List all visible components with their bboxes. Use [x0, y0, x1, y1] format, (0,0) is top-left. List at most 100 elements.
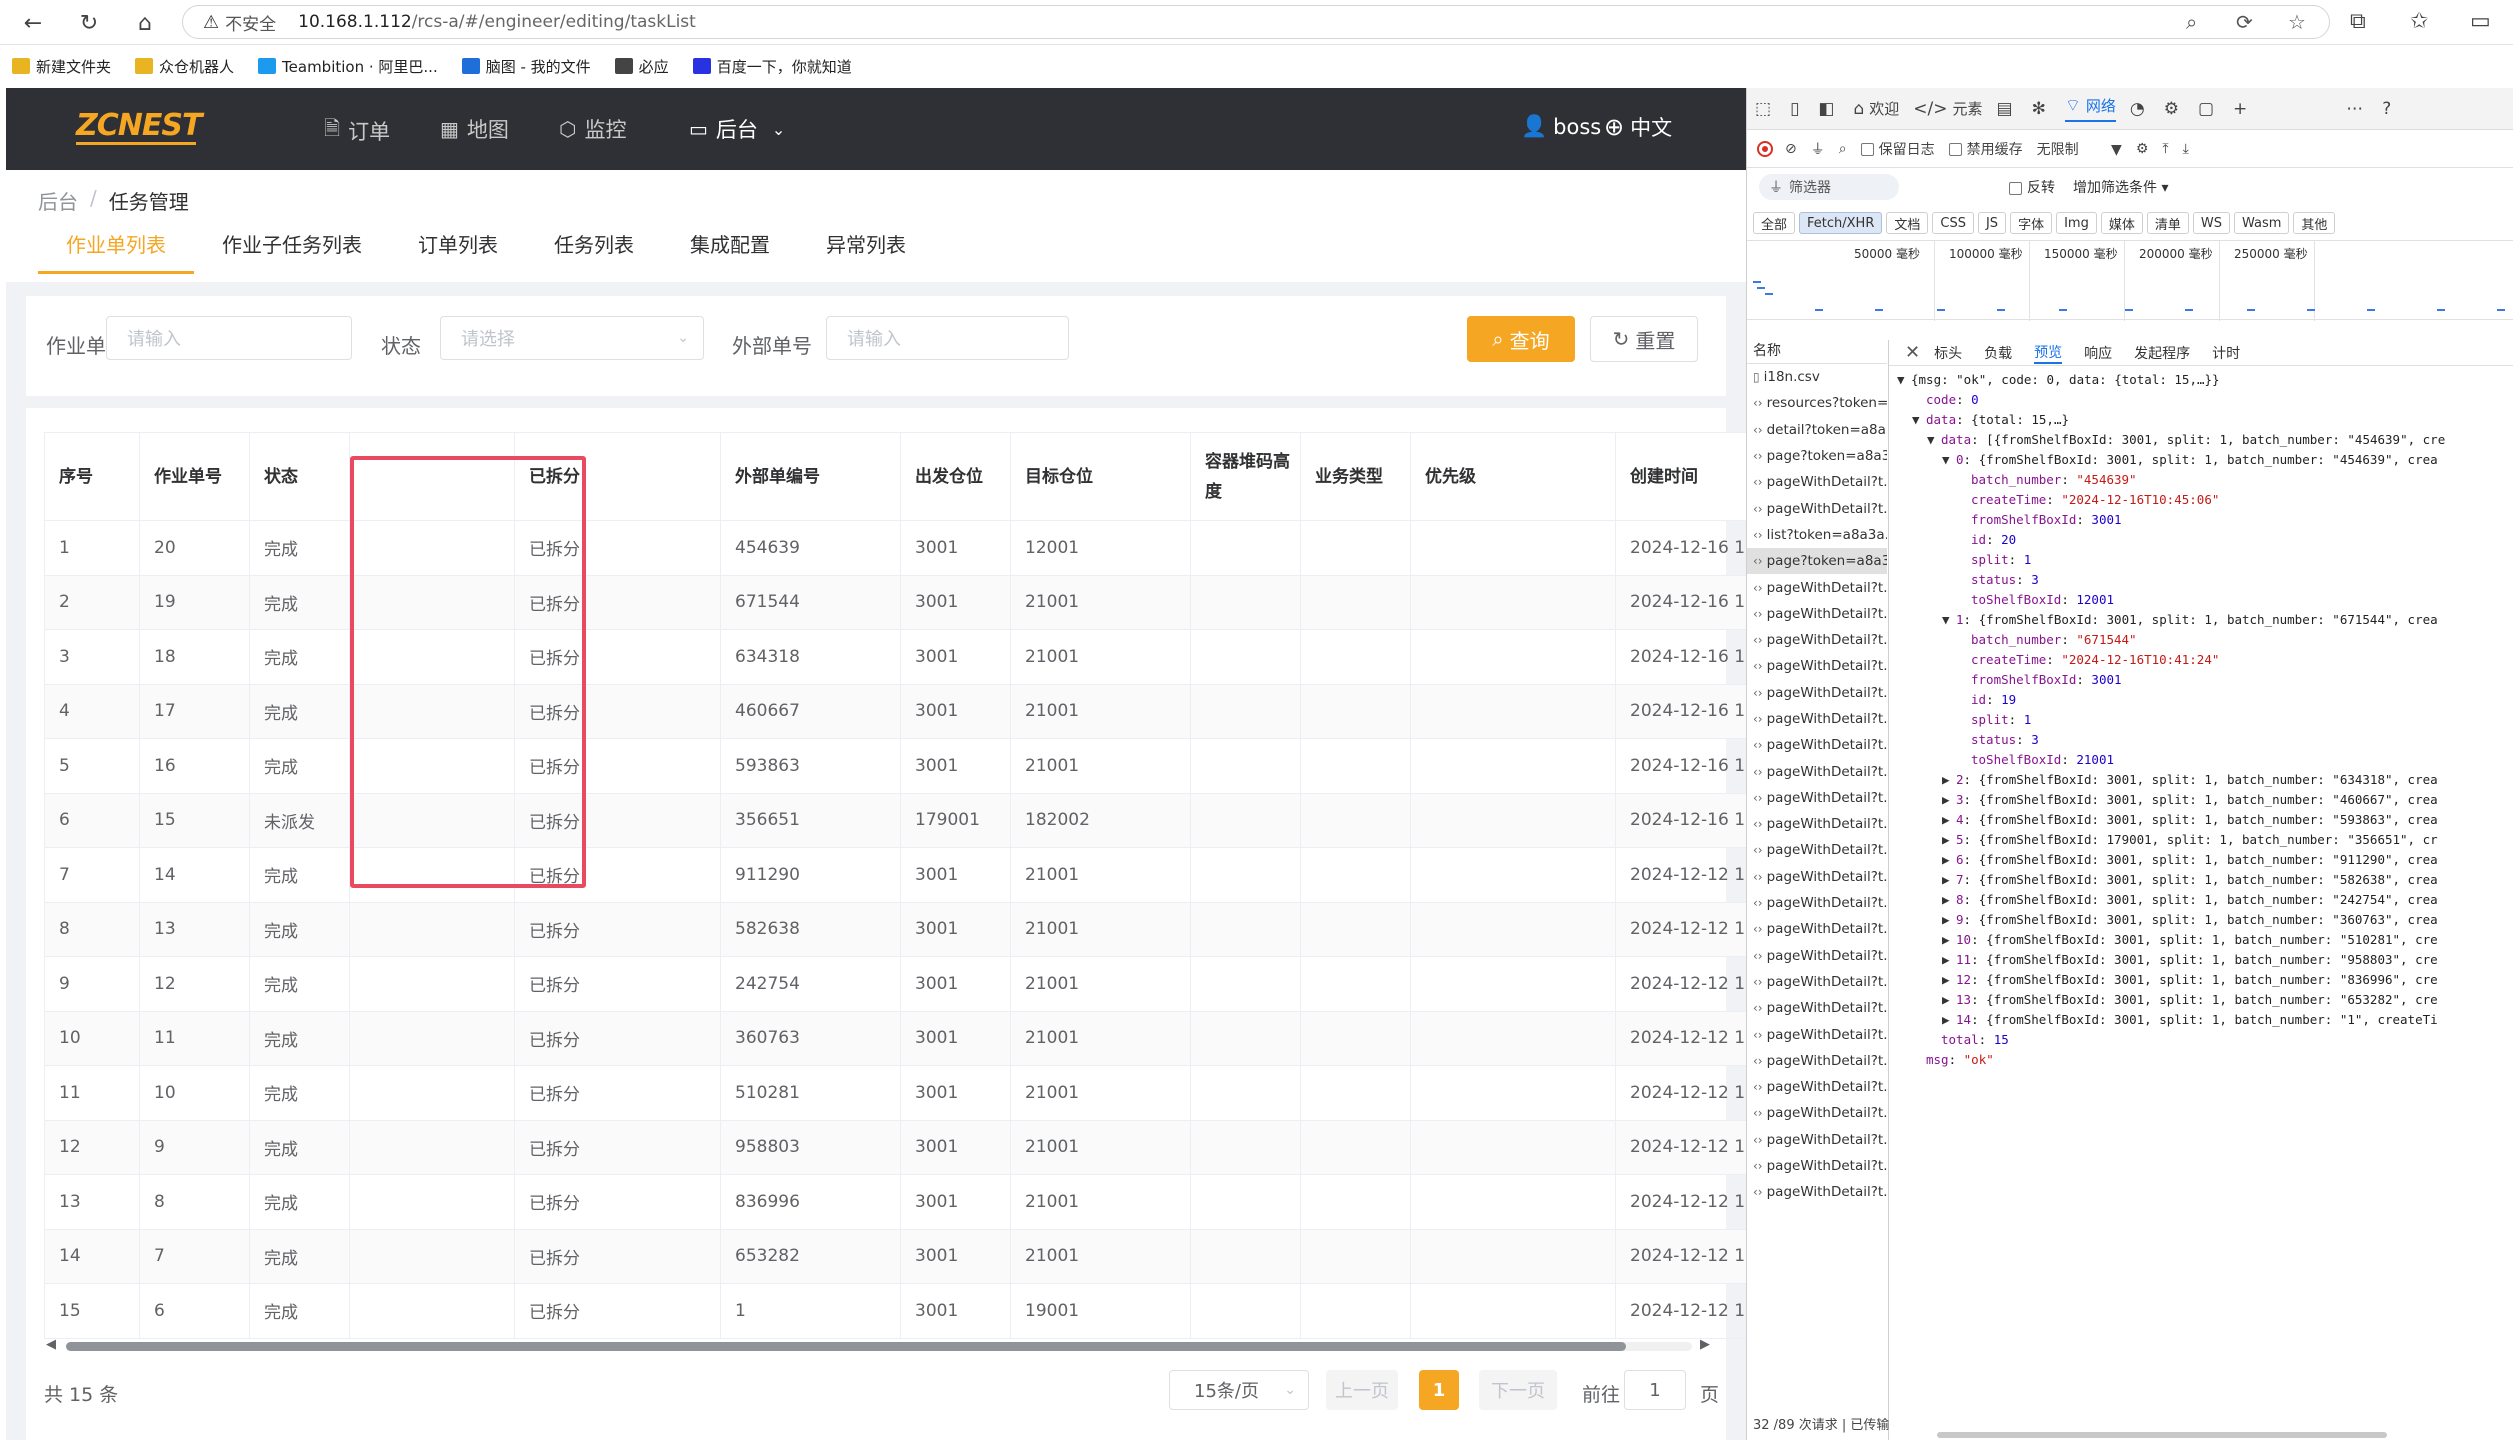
- json-line[interactable]: ▶ 5: {fromShelfBoxId: 179001, split: 1, b…: [1897, 830, 2513, 850]
- filter-type-button[interactable]: 媒体: [2100, 212, 2143, 234]
- filter-input[interactable]: ⏚ 筛选器: [1759, 174, 1899, 200]
- close-icon[interactable]: ✕: [1905, 342, 1920, 363]
- json-line[interactable]: ▶ 2: {fromShelfBoxId: 3001, split: 1, bat…: [1897, 770, 2513, 790]
- json-line[interactable]: ▶ 8: {fromShelfBoxId: 3001, split: 1, bat…: [1897, 890, 2513, 910]
- filter-type-button[interactable]: 清单: [2146, 212, 2189, 234]
- bookmark-item[interactable]: Teambition · 阿里巴...: [258, 56, 438, 77]
- filter-type-button[interactable]: JS: [1977, 212, 2007, 234]
- json-line[interactable]: ▼ 1: {fromShelfBoxId: 3001, split: 1, bat…: [1897, 610, 2513, 630]
- devtools-tab-4[interactable]: ✻: [2032, 95, 2051, 122]
- detail-tab[interactable]: 负载: [1984, 343, 2012, 363]
- request-item[interactable]: ‹› pageWithDetail?t...: [1747, 995, 1887, 1021]
- request-item[interactable]: ‹›resources?token=...: [1747, 390, 1887, 416]
- reload-icon[interactable]: ↻: [74, 8, 104, 38]
- address-bar[interactable]: ⚠ 不安全 10.168.1.112/rcs-a/#/engineer/edit…: [182, 5, 2330, 39]
- detail-tab[interactable]: 发起程序: [2134, 343, 2190, 363]
- devtools-tab-2[interactable]: </> 元素: [1913, 95, 1982, 122]
- request-item[interactable]: ‹› pageWithDetail?t...: [1747, 1074, 1887, 1100]
- network-conditions-icon[interactable]: ⚙: [2136, 141, 2149, 157]
- filter-type-button[interactable]: 文档: [1886, 212, 1929, 234]
- filter-type-button[interactable]: CSS: [1932, 212, 1974, 234]
- devtools-tab-3[interactable]: ▤: [1997, 95, 2018, 122]
- json-line[interactable]: ▼ data: {total: 15,…}: [1897, 410, 2513, 430]
- request-item[interactable]: ‹› pageWithDetail?t...: [1747, 469, 1887, 495]
- request-item[interactable]: ‹› pageWithDetail?t...: [1747, 1100, 1887, 1126]
- devtools-tab-8[interactable]: ▢: [2198, 95, 2219, 122]
- request-item[interactable]: ‹› pageWithDetail?t...: [1747, 1179, 1887, 1205]
- export-icon[interactable]: ⤓: [2183, 141, 2189, 157]
- bookmark-item[interactable]: 必应: [614, 56, 669, 77]
- throttle-select[interactable]: 无限制 ▼: [2037, 139, 2122, 159]
- tab-4[interactable]: 任务列表: [526, 228, 662, 274]
- request-item[interactable]: ‹› pageWithDetail?t...: [1747, 1021, 1887, 1047]
- breadcrumb-item[interactable]: 后台: [38, 186, 78, 215]
- json-line[interactable]: ▼ data: [{fromShelfBoxId: 3001, split: 1,…: [1897, 430, 2513, 450]
- favorites-icon[interactable]: ✩: [2410, 9, 2428, 34]
- filter-type-button[interactable]: WS: [2192, 212, 2230, 234]
- next-page-button[interactable]: 下一页: [1479, 1370, 1557, 1410]
- json-line[interactable]: ▶ 9: {fromShelfBoxId: 3001, split: 1, bat…: [1897, 910, 2513, 930]
- json-line[interactable]: ▼ {msg: "ok", code: 0, data: {total: 15,……: [1897, 370, 2513, 390]
- request-item[interactable]: ‹› pageWithDetail?t...: [1747, 495, 1887, 521]
- device-icon[interactable]: ▯: [1790, 99, 1804, 119]
- tab-1[interactable]: 作业单列表: [38, 228, 194, 274]
- home-icon[interactable]: ⌂: [130, 8, 160, 38]
- import-icon[interactable]: ⤒: [2162, 141, 2168, 157]
- detail-tab[interactable]: 预览: [2034, 342, 2063, 364]
- request-item[interactable]: ▯ i18n.csv: [1747, 364, 1887, 390]
- request-item[interactable]: ‹› pageWithDetail?t...: [1747, 1127, 1887, 1153]
- filter-type-button[interactable]: 全部: [1753, 212, 1796, 234]
- nav-item-3[interactable]: ⬡ 监控: [559, 114, 626, 144]
- job-no-input[interactable]: 请输入: [106, 316, 352, 360]
- devtools-tab-1[interactable]: ⌂ 欢迎: [1853, 95, 1899, 122]
- json-line[interactable]: ▶ 4: {fromShelfBoxId: 3001, split: 1, bat…: [1897, 810, 2513, 830]
- json-line[interactable]: ▼ 0: {fromShelfBoxId: 3001, split: 1, bat…: [1897, 450, 2513, 470]
- request-item[interactable]: ‹› pageWithDetail?t...: [1747, 1048, 1887, 1074]
- request-item[interactable]: ‹› pageWithDetail?t...: [1747, 785, 1887, 811]
- bookmark-item[interactable]: 脑图 - 我的文件: [461, 56, 591, 77]
- request-item[interactable]: ‹› pageWithDetail?t...: [1747, 864, 1887, 890]
- split-screen-icon[interactable]: ▭: [2470, 9, 2491, 34]
- add-tab-icon[interactable]: +: [2233, 99, 2252, 119]
- scroll-right-icon[interactable]: ▶: [1700, 1337, 1710, 1352]
- request-item[interactable]: ‹› list?token=a8a3a...: [1747, 522, 1887, 548]
- request-item[interactable]: ‹› pageWithDetail?t...: [1747, 758, 1887, 784]
- json-line[interactable]: ▶ 10: {fromShelfBoxId: 3001, split: 1, ba…: [1897, 930, 2513, 950]
- detail-tab[interactable]: 标头: [1934, 343, 1962, 363]
- sidebar-icon[interactable]: ◧: [1818, 99, 1839, 119]
- nav-item-2[interactable]: ▦ 地图: [440, 114, 509, 144]
- devtools-tab-7[interactable]: ⚙: [2164, 95, 2184, 122]
- more-icon[interactable]: ⋯: [2346, 99, 2368, 119]
- extensions-icon[interactable]: ⧉: [2350, 9, 2366, 34]
- filter-toggle-icon[interactable]: ⏚: [1811, 139, 1825, 159]
- request-item[interactable]: ‹› pageWithDetail?t...: [1747, 653, 1887, 679]
- request-item[interactable]: ‹› pageWithDetail?t...: [1747, 890, 1887, 916]
- filter-type-button[interactable]: 字体: [2010, 212, 2053, 234]
- filter-type-button[interactable]: 其他: [2293, 212, 2336, 234]
- json-line[interactable]: ▶ 14: {fromShelfBoxId: 3001, split: 1, ba…: [1897, 1010, 2513, 1030]
- request-item[interactable]: ‹› pageWithDetail?t...: [1747, 627, 1887, 653]
- inspect-icon[interactable]: ⬚: [1755, 99, 1776, 119]
- search-icon[interactable]: ⌕: [1839, 141, 1847, 157]
- filter-type-button[interactable]: Wasm: [2233, 212, 2290, 234]
- scroll-thumb[interactable]: [66, 1342, 1626, 1351]
- tab-2[interactable]: 作业子任务列表: [194, 228, 390, 274]
- translate-icon[interactable]: ⟳: [2236, 10, 2253, 34]
- request-item[interactable]: ‹› pageWithDetail?t...: [1747, 706, 1887, 732]
- bookmark-item[interactable]: 百度一下，你就知道: [692, 56, 852, 77]
- detail-tab[interactable]: 响应: [2084, 343, 2112, 363]
- json-line[interactable]: ▶ 7: {fromShelfBoxId: 3001, split: 1, bat…: [1897, 870, 2513, 890]
- disable-cache-checkbox[interactable]: 禁用缓存: [1948, 139, 2023, 159]
- request-item[interactable]: ‹› pageWithDetail?t...: [1747, 969, 1887, 995]
- scroll-left-icon[interactable]: ◀: [46, 1337, 56, 1352]
- star-icon[interactable]: ☆: [2288, 10, 2306, 34]
- request-item[interactable]: ‹› pageWithDetail?t...: [1747, 916, 1887, 942]
- request-item[interactable]: ‹› pageWithDetail?t...: [1747, 601, 1887, 627]
- request-item[interactable]: ‹› pageWithDetail?t...: [1747, 811, 1887, 837]
- json-line[interactable]: ▶ 13: {fromShelfBoxId: 3001, split: 1, ba…: [1897, 990, 2513, 1010]
- nav-item-1[interactable]: 🗎 订单: [324, 114, 390, 148]
- tab-5[interactable]: 集成配置: [662, 228, 798, 274]
- request-item[interactable]: ‹› pageWithDetail?t...: [1747, 574, 1887, 600]
- request-item[interactable]: ‹›page?token=a8a3...: [1747, 548, 1887, 575]
- bookmark-item[interactable]: 众仓机器人: [135, 56, 234, 77]
